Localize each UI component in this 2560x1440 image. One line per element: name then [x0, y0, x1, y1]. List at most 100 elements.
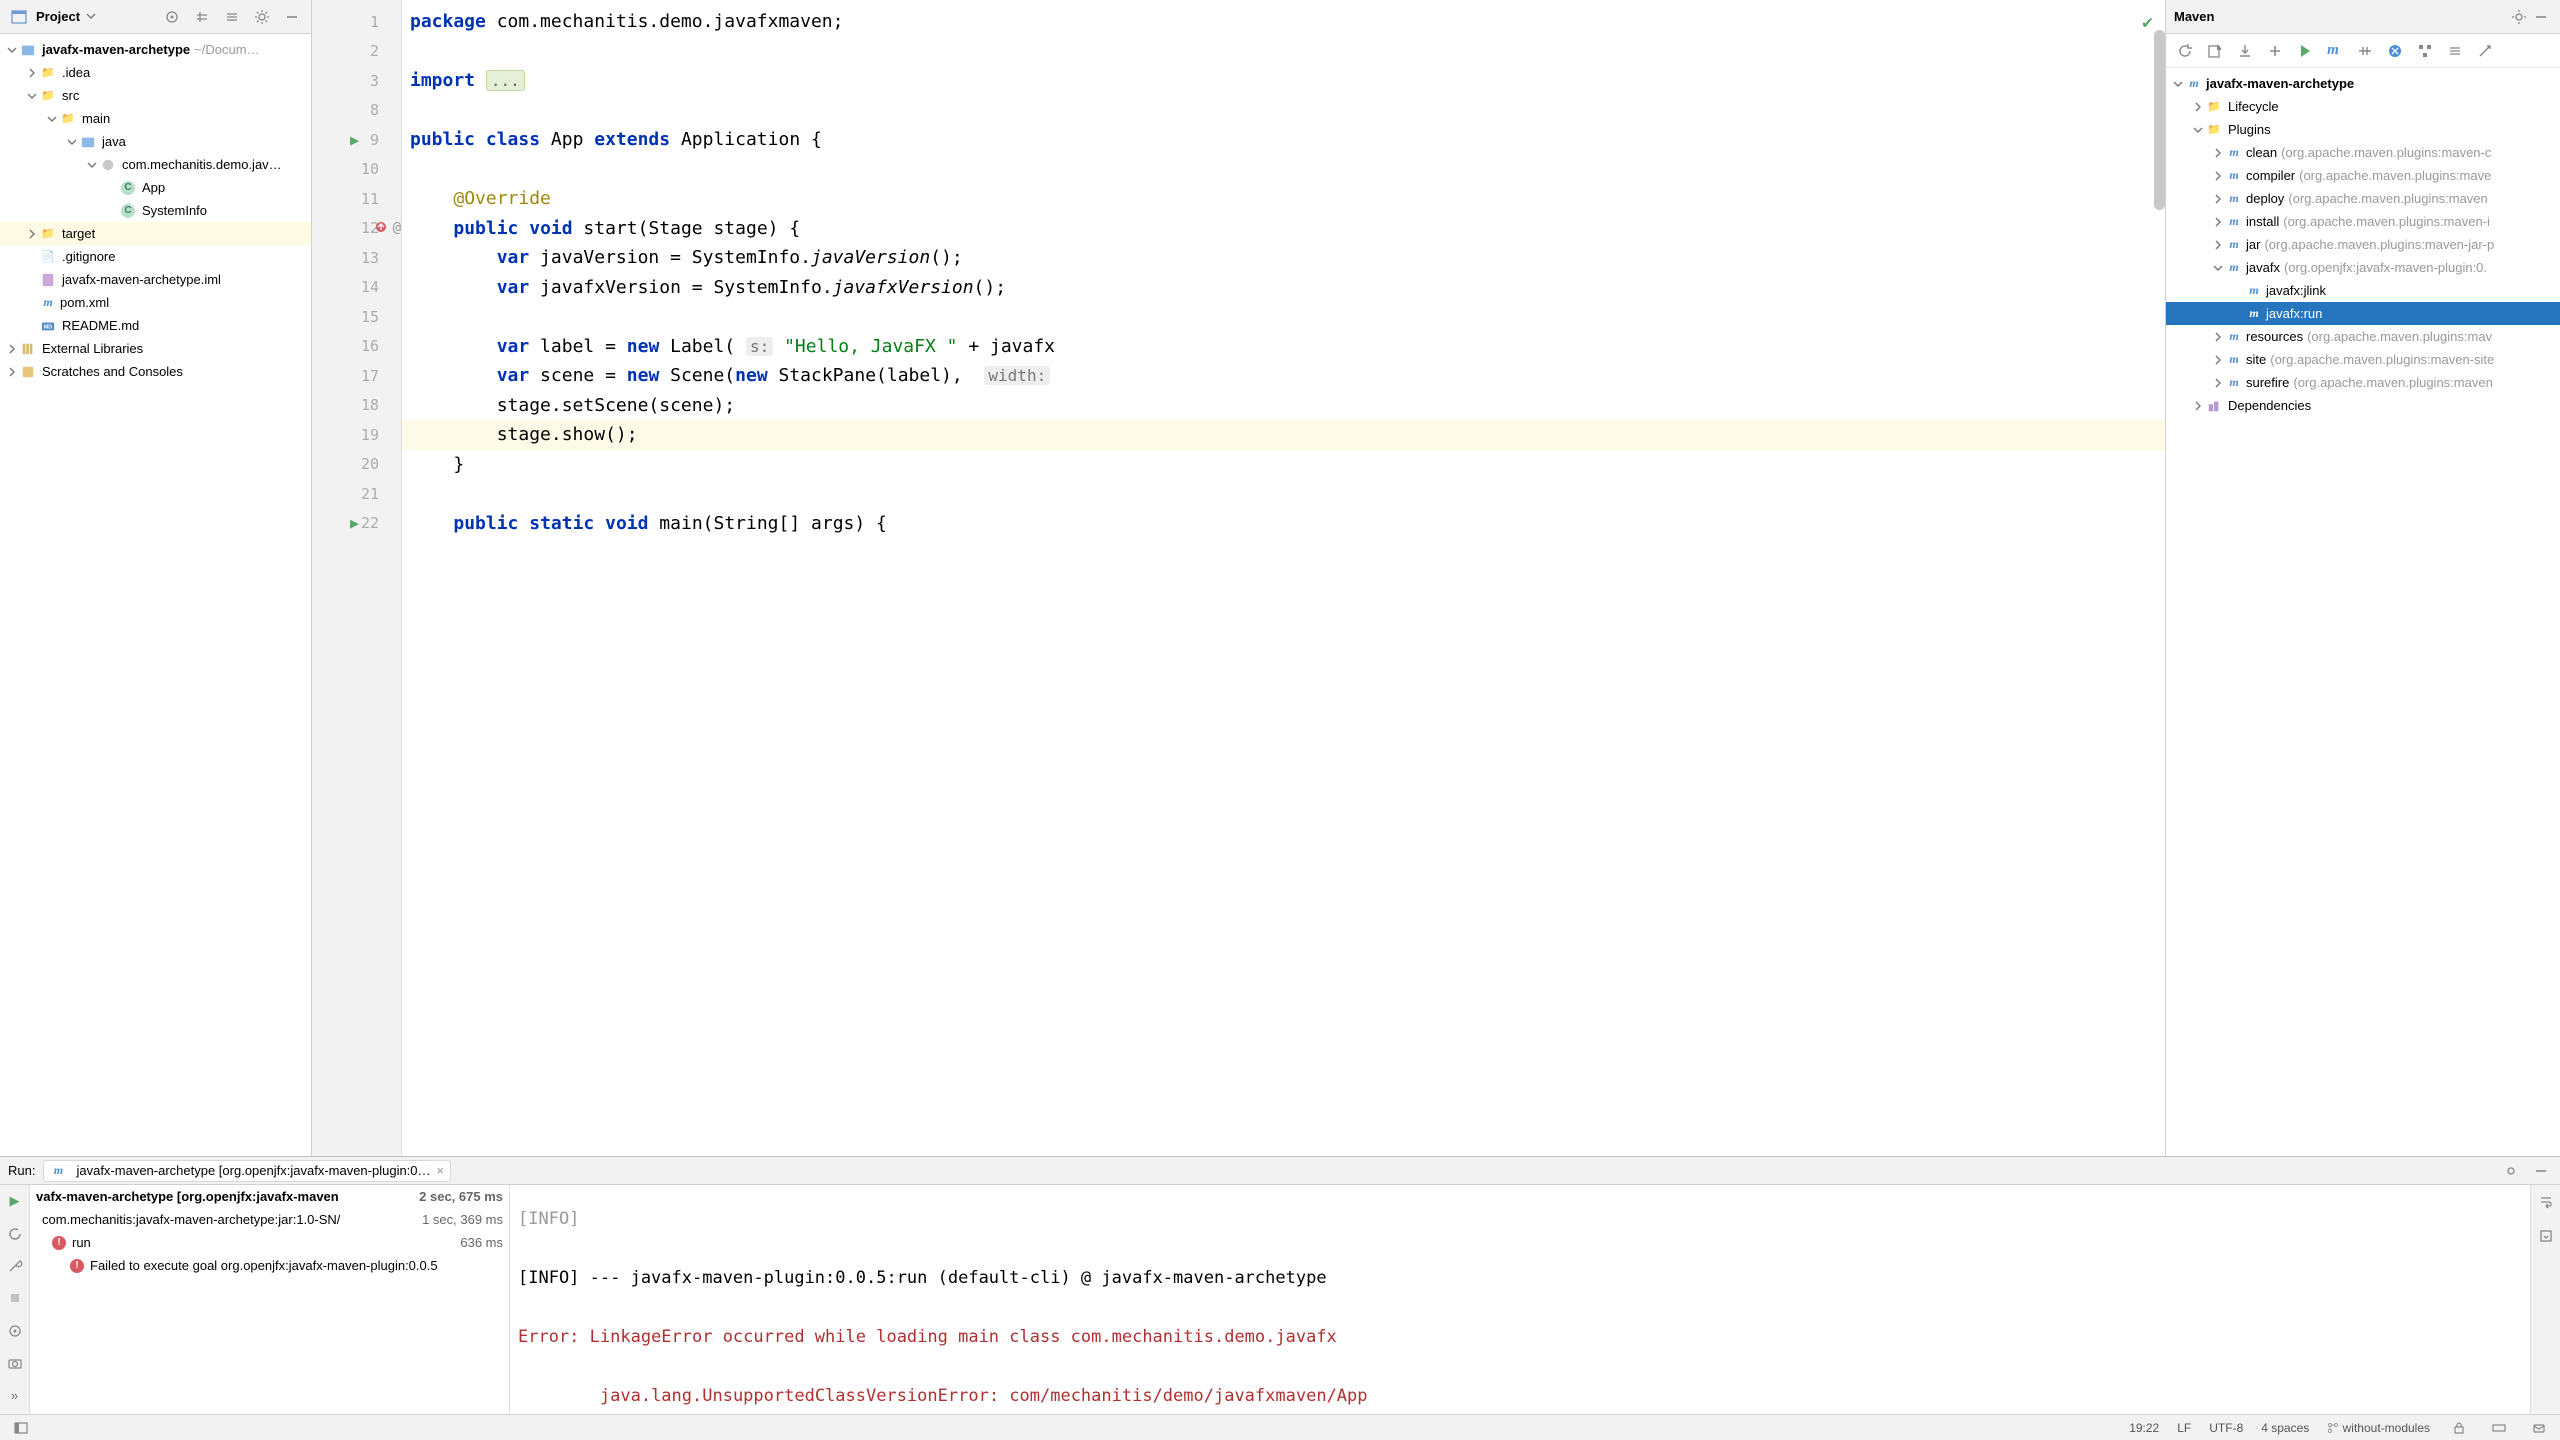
memory-indicator-icon[interactable] — [2488, 1417, 2510, 1439]
maven-goal-jlink[interactable]: mjavafx:jlink — [2166, 279, 2560, 302]
settings-icon[interactable] — [251, 6, 273, 28]
notifications-icon[interactable] — [2528, 1417, 2550, 1439]
tree-folder-idea[interactable]: 📁 .idea — [0, 61, 311, 84]
collapse-all-icon[interactable] — [2444, 40, 2466, 62]
chevron-right-icon[interactable] — [2190, 398, 2206, 414]
show-dependencies-icon[interactable] — [2414, 40, 2436, 62]
maven-lifecycle[interactable]: 📁 Lifecycle — [2166, 95, 2560, 118]
run-tree-jar[interactable]: com.mechanitis:javafx-maven-archetype:ja… — [30, 1208, 509, 1231]
collapse-all-icon[interactable] — [221, 6, 243, 28]
rerun-icon[interactable]: ▶ — [4, 1191, 26, 1211]
chevron-right-icon[interactable] — [24, 65, 40, 81]
chevron-right-icon[interactable] — [4, 341, 20, 357]
chevron-down-icon[interactable] — [2210, 260, 2226, 276]
run-tree[interactable]: vafx-maven-archetype [org.openjfx:javafx… — [30, 1185, 510, 1414]
maven-plugin-jar[interactable]: mjar(org.apache.maven.plugins:maven-jar-… — [2166, 233, 2560, 256]
select-opened-file-icon[interactable] — [161, 6, 183, 28]
chevron-right-icon[interactable] — [2210, 375, 2226, 391]
tree-scratches[interactable]: Scratches and Consoles — [0, 360, 311, 383]
run-gutter-icon[interactable]: ▶ — [350, 514, 359, 532]
project-view-icon[interactable] — [8, 6, 30, 28]
chevron-right-icon[interactable] — [2210, 145, 2226, 161]
project-title[interactable]: Project — [36, 9, 80, 24]
lock-icon[interactable] — [2448, 1417, 2470, 1439]
chevron-right-icon[interactable] — [2210, 214, 2226, 230]
maven-tree[interactable]: m javafx-maven-archetype 📁 Lifecycle 📁 P… — [2166, 68, 2560, 1156]
soft-wrap-icon[interactable] — [2535, 1191, 2557, 1213]
chevron-right-icon[interactable] — [2210, 352, 2226, 368]
expand-all-icon[interactable] — [191, 6, 213, 28]
tree-root[interactable]: javafx-maven-archetype ~/Docum… — [0, 38, 311, 61]
tree-external-libs[interactable]: External Libraries — [0, 337, 311, 360]
hide-icon[interactable] — [2530, 6, 2552, 28]
editor-gutter[interactable]: 1 2 3 8 ▶9 10 11 @12 13 14 15 16 17 18 1… — [312, 0, 402, 1156]
tree-file-gitignore[interactable]: 📄 .gitignore — [0, 245, 311, 268]
wrench-icon[interactable] — [4, 1256, 26, 1276]
generate-sources-icon[interactable] — [2204, 40, 2226, 62]
run-tree-fail[interactable]: ! Failed to execute goal org.openjfx:jav… — [30, 1254, 509, 1277]
chevron-right-icon[interactable] — [4, 364, 20, 380]
more-icon[interactable]: » — [4, 1386, 26, 1406]
settings-icon[interactable] — [2500, 1160, 2522, 1182]
chevron-down-icon[interactable] — [2190, 122, 2206, 138]
chevron-down-icon[interactable] — [24, 88, 40, 104]
add-icon[interactable] — [2264, 40, 2286, 62]
tree-file-iml[interactable]: javafx-maven-archetype.iml — [0, 268, 311, 291]
maven-plugin-compiler[interactable]: mcompiler(org.apache.maven.plugins:mave — [2166, 164, 2560, 187]
chevron-right-icon[interactable] — [2210, 329, 2226, 345]
status-caret-position[interactable]: 19:22 — [2129, 1421, 2159, 1435]
hide-icon[interactable] — [281, 6, 303, 28]
run-gutter-icon[interactable]: ▶ — [350, 131, 359, 149]
rerun2-icon[interactable] — [4, 1223, 26, 1243]
scroll-to-end-icon[interactable] — [2535, 1225, 2557, 1247]
maven-plugin-deploy[interactable]: mdeploy(org.apache.maven.plugins:maven — [2166, 187, 2560, 210]
tree-file-readme[interactable]: MD README.md — [0, 314, 311, 337]
status-indent[interactable]: 4 spaces — [2261, 1421, 2309, 1435]
maven-goal-run[interactable]: mjavafx:run — [2166, 302, 2560, 325]
chevron-down-icon[interactable] — [44, 111, 60, 127]
maven-plugins[interactable]: 📁 Plugins — [2166, 118, 2560, 141]
status-line-ending[interactable]: LF — [2177, 1421, 2191, 1435]
chevron-down-icon[interactable] — [4, 42, 20, 58]
code-editor[interactable]: 1 2 3 8 ▶9 10 11 @12 13 14 15 16 17 18 1… — [312, 0, 2165, 1156]
tree-folder-src[interactable]: 📁 src — [0, 84, 311, 107]
code-area[interactable]: ✔ package com.mechanitis.demo.javafxmave… — [402, 0, 2165, 1156]
tree-folder-target[interactable]: 📁 target — [0, 222, 311, 245]
tree-package[interactable]: com.mechanitis.demo.jav… — [0, 153, 311, 176]
status-encoding[interactable]: UTF-8 — [2209, 1421, 2243, 1435]
chevron-right-icon[interactable] — [2210, 168, 2226, 184]
tool-window-quick-access-icon[interactable] — [10, 1417, 32, 1439]
tree-class-app[interactable]: C App — [0, 176, 311, 199]
maven-settings-icon[interactable] — [2474, 40, 2496, 62]
maven-plugin-resources[interactable]: mresources(org.apache.maven.plugins:mav — [2166, 325, 2560, 348]
fold-marker[interactable]: ... — [486, 70, 525, 91]
maven-dependencies[interactable]: Dependencies — [2166, 394, 2560, 417]
stop-icon[interactable] — [4, 1288, 26, 1308]
chevron-right-icon[interactable] — [2210, 237, 2226, 253]
toggle-offline-icon[interactable] — [2354, 40, 2376, 62]
dump-threads-icon[interactable] — [4, 1321, 26, 1341]
run-tree-root[interactable]: vafx-maven-archetype [org.openjfx:javafx… — [30, 1185, 509, 1208]
toggle-skip-tests-icon[interactable] — [2384, 40, 2406, 62]
tree-folder-java[interactable]: java — [0, 130, 311, 153]
maven-plugin-install[interactable]: minstall(org.apache.maven.plugins:maven-… — [2166, 210, 2560, 233]
chevron-down-icon[interactable] — [2170, 76, 2186, 92]
editor-scrollbar[interactable] — [2154, 30, 2165, 210]
tree-folder-main[interactable]: 📁 main — [0, 107, 311, 130]
override-gutter-icon[interactable] — [375, 219, 387, 237]
run-icon[interactable] — [2294, 40, 2316, 62]
hide-icon[interactable] — [2530, 1160, 2552, 1182]
status-git-branch[interactable]: without-modules — [2327, 1421, 2430, 1435]
reload-icon[interactable] — [2174, 40, 2196, 62]
run-tab[interactable]: m javafx-maven-archetype [org.openjfx:ja… — [43, 1160, 451, 1182]
chevron-down-icon[interactable] — [64, 134, 80, 150]
tree-class-systeminfo[interactable]: C SystemInfo — [0, 199, 311, 222]
execute-maven-goal-icon[interactable]: m — [2324, 40, 2346, 62]
camera-icon[interactable] — [4, 1353, 26, 1373]
inspection-ok-icon[interactable]: ✔ — [2142, 8, 2153, 38]
console-output[interactable]: [INFO] [INFO] --- javafx-maven-plugin:0.… — [510, 1185, 2530, 1414]
maven-plugin-clean[interactable]: mclean(org.apache.maven.plugins:maven-c — [2166, 141, 2560, 164]
chevron-right-icon[interactable] — [2210, 191, 2226, 207]
project-tree[interactable]: javafx-maven-archetype ~/Docum… 📁 .idea … — [0, 34, 311, 1156]
close-tab-icon[interactable]: × — [437, 1163, 445, 1178]
